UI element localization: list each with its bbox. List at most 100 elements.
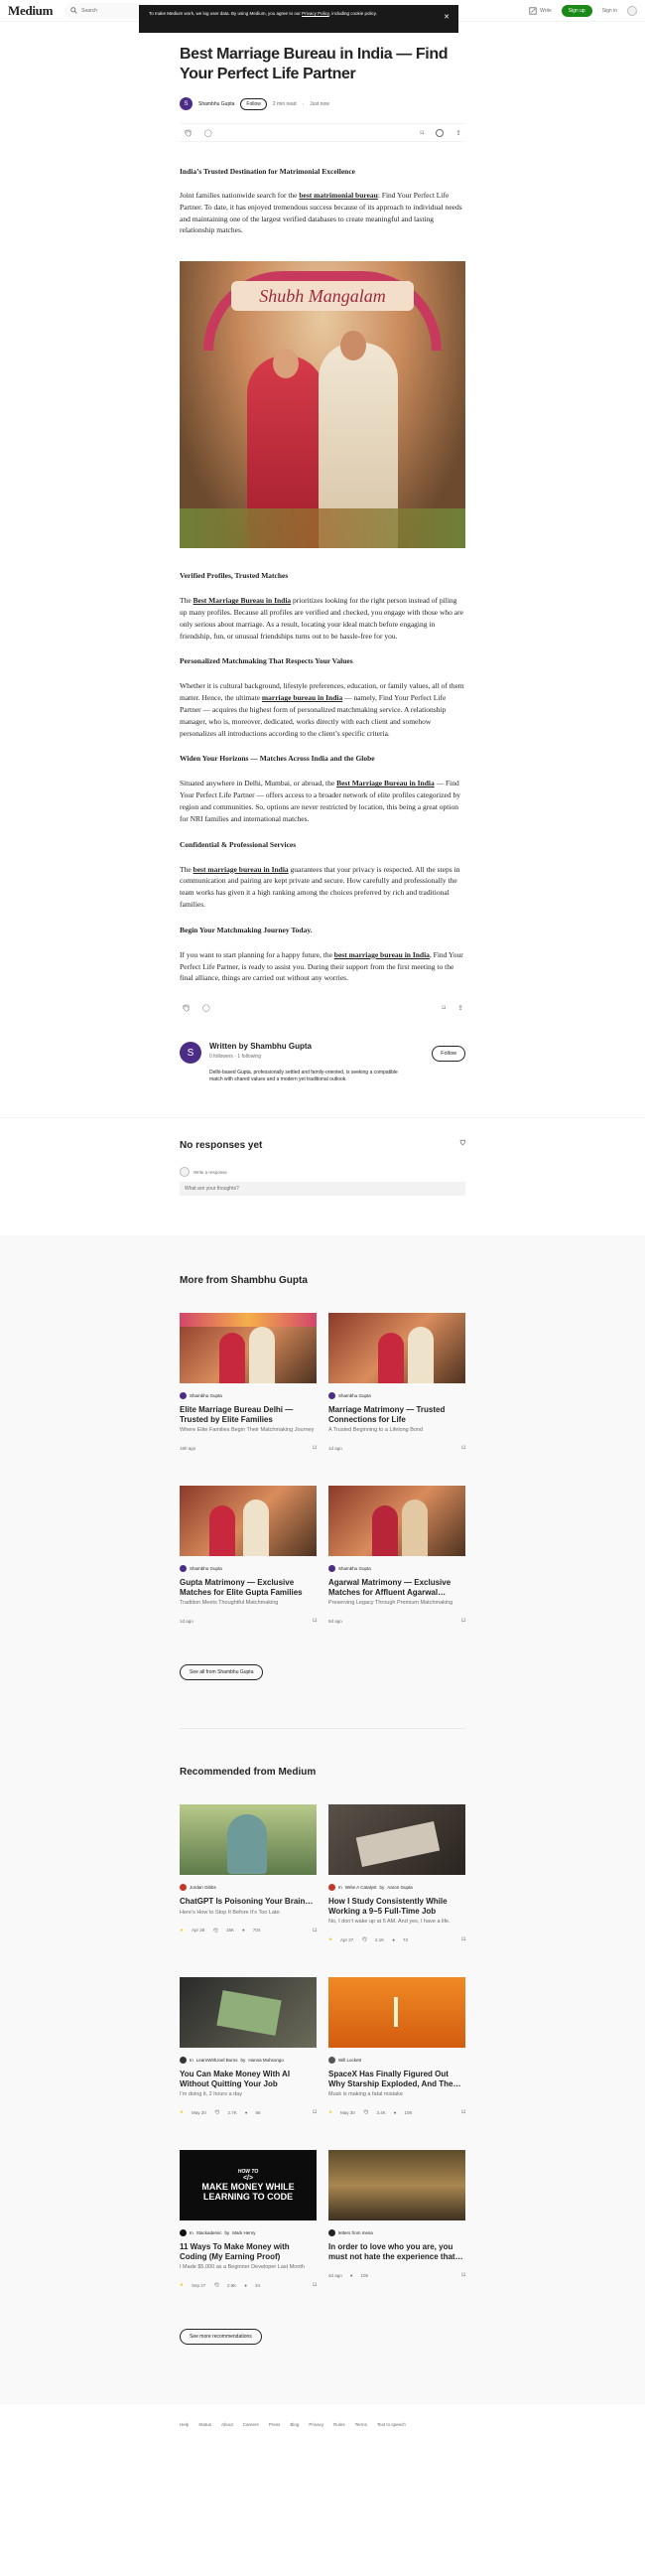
- story-card[interactable]: Shambhu Gupta Elite Marriage Bureau Delh…: [180, 1313, 317, 1452]
- story-card[interactable]: Will Lockett SpaceX Has Finally Figured …: [328, 1977, 465, 2116]
- footer-link-terms[interactable]: Terms: [355, 2422, 367, 2427]
- story-title[interactable]: Gupta Matrimony — Exclusive Matches for …: [180, 1578, 317, 1597]
- story-card[interactable]: Shambhu Gupta Gupta Matrimony — Exclusiv…: [180, 1486, 317, 1625]
- response-input[interactable]: What are your thoughts?: [180, 1182, 465, 1197]
- story-thumbnail[interactable]: HOW TO </> MAKE MONEY WHILE LEARNING TO …: [180, 2150, 317, 2221]
- story-title[interactable]: SpaceX Has Finally Figured Out Why Stars…: [328, 2070, 465, 2088]
- bookmark-icon[interactable]: ⌑: [443, 1004, 447, 1012]
- bookmark-icon[interactable]: ⌑: [313, 2108, 317, 2116]
- author-avatar[interactable]: S: [180, 1042, 201, 1065]
- story-title[interactable]: ChatGPT Is Poisoning Your Brain…: [180, 1897, 317, 1907]
- author-name[interactable]: Hanna Muhsongo: [248, 2058, 284, 2063]
- footer-link-blog[interactable]: Blog: [290, 2422, 299, 2427]
- story-thumbnail[interactable]: [328, 2150, 465, 2221]
- share-icon[interactable]: ⇪: [455, 129, 461, 137]
- publication-name[interactable]: LearnWithJoel Burns: [196, 2058, 238, 2063]
- user-avatar-icon[interactable]: [627, 5, 637, 16]
- story-title[interactable]: 11 Ways To Make Money with Coding (My Ea…: [180, 2242, 317, 2261]
- footer-link-careers[interactable]: Careers: [243, 2422, 259, 2427]
- follow-button[interactable]: Follow: [432, 1046, 465, 1063]
- story-thumbnail[interactable]: [328, 1977, 465, 2049]
- story-card[interactable]: In Write A Catalyst by Aaron Gupta How I St…: [328, 1804, 465, 1943]
- footer-link-rules[interactable]: Rules: [333, 2422, 345, 2427]
- bookmark-icon[interactable]: ⌑: [461, 2108, 465, 2116]
- footer-link-help[interactable]: Help: [180, 2422, 189, 2427]
- publication-name[interactable]: Stackademic: [196, 2230, 222, 2235]
- story-card[interactable]: Shambhu Gupta Agarwal Matrimony — Exclus…: [328, 1486, 465, 1625]
- author-avatar[interactable]: S: [180, 97, 193, 110]
- clap-icon[interactable]: 👏︎: [184, 129, 193, 137]
- author-name[interactable]: Mark Henry: [232, 2230, 255, 2235]
- story-title[interactable]: Marriage Matrimony — Trusted Connections…: [328, 1405, 465, 1424]
- story-card[interactable]: In LearnWithJoel Burns by Hanna Muhsongo Yo…: [180, 1977, 317, 2116]
- medium-logo[interactable]: Medium: [8, 3, 53, 19]
- comment-icon[interactable]: ◯: [202, 1004, 210, 1012]
- inline-link[interactable]: best matrimonial bureau: [299, 191, 377, 200]
- followers-count[interactable]: 0 followers: [209, 1054, 233, 1060]
- story-thumbnail[interactable]: [180, 1313, 317, 1384]
- footer-link-press[interactable]: Press: [269, 2422, 281, 2427]
- story-thumbnail[interactable]: [328, 1804, 465, 1876]
- story-card[interactable]: Jordan Gibbs ChatGPT Is Poisoning Your B…: [180, 1804, 317, 1943]
- inline-link[interactable]: best marriage bureau in India: [194, 865, 289, 874]
- bookmark-icon[interactable]: ⌑: [313, 1444, 317, 1452]
- author-heading[interactable]: Written by Shambhu Gupta: [209, 1042, 424, 1051]
- see-all-button[interactable]: See all from Shambhu Gupta: [180, 1664, 264, 1681]
- story-thumbnail[interactable]: [328, 1486, 465, 1557]
- privacy-policy-link[interactable]: Privacy Policy: [302, 11, 329, 16]
- story-thumbnail[interactable]: [180, 1804, 317, 1876]
- footer-link-privacy[interactable]: Privacy: [309, 2422, 323, 2427]
- footer-link-about[interactable]: About: [221, 2422, 233, 2427]
- story-card[interactable]: letters from mesa In order to love who y…: [328, 2150, 465, 2289]
- story-title[interactable]: In order to love who you are, you must n…: [328, 2242, 465, 2261]
- share-icon[interactable]: ⇪: [457, 1004, 463, 1012]
- bookmark-icon[interactable]: ⌑: [313, 1927, 317, 1934]
- author-name[interactable]: Aaron Gupta: [387, 1885, 413, 1890]
- bookmark-icon[interactable]: ⌑: [313, 2281, 317, 2289]
- author-name[interactable]: Shambhu Gupta: [338, 1393, 371, 1398]
- bookmark-icon[interactable]: ⌑: [421, 129, 425, 137]
- inline-link[interactable]: Best Marriage Bureau in India: [336, 779, 435, 787]
- author-name[interactable]: Shambhu Gupta: [198, 101, 234, 107]
- write-button[interactable]: Write: [529, 6, 552, 15]
- author-avatar: [328, 1565, 335, 1573]
- footer-link-text-to-speech[interactable]: Text to speech: [377, 2422, 406, 2427]
- inline-link[interactable]: Best Marriage Bureau in India: [194, 596, 292, 605]
- shield-icon[interactable]: ⛉: [460, 1140, 465, 1151]
- author-name[interactable]: Will Lockett: [338, 2058, 361, 2063]
- story-card[interactable]: HOW TO </> MAKE MONEY WHILE LEARNING TO …: [180, 2150, 317, 2289]
- clap-icon: 👏︎: [213, 2282, 220, 2288]
- bookmark-icon[interactable]: ⌑: [461, 1617, 465, 1625]
- read-time: 2 min read: [272, 100, 297, 107]
- bookmark-icon[interactable]: ⌑: [313, 1617, 317, 1625]
- story-title[interactable]: Agarwal Matrimony — Exclusive Matches fo…: [328, 1578, 465, 1597]
- story-title[interactable]: Elite Marriage Bureau Delhi — Trusted by…: [180, 1405, 317, 1424]
- author-name[interactable]: letters from mesa: [338, 2230, 373, 2235]
- bookmark-icon[interactable]: ⌑: [461, 1935, 465, 1943]
- bookmark-icon[interactable]: ⌑: [461, 2271, 465, 2279]
- following-count[interactable]: 1 following: [237, 1054, 261, 1060]
- story-thumbnail[interactable]: [180, 1486, 317, 1557]
- author-name[interactable]: Jordan Gibbs: [190, 1885, 216, 1890]
- author-name[interactable]: Shambhu Gupta: [338, 1566, 371, 1571]
- bookmark-icon[interactable]: ⌑: [461, 1444, 465, 1452]
- story-title[interactable]: How I Study Consistently While Working a…: [328, 1897, 465, 1916]
- follow-button[interactable]: Follow: [240, 97, 267, 110]
- clap-icon[interactable]: 👏︎: [182, 1004, 191, 1012]
- author-name[interactable]: Shambhu Gupta: [190, 1393, 222, 1398]
- inline-link[interactable]: best marriage bureau in India: [334, 950, 430, 959]
- listen-icon[interactable]: [436, 128, 445, 137]
- sign-in-link[interactable]: Sign in: [602, 8, 617, 14]
- story-thumbnail[interactable]: [328, 1313, 465, 1384]
- footer-link-status[interactable]: Status: [198, 2422, 211, 2427]
- sign-up-button[interactable]: Sign up: [561, 4, 592, 17]
- inline-link[interactable]: marriage bureau in India: [262, 693, 342, 702]
- story-card[interactable]: Shambhu Gupta Marriage Matrimony — Trust…: [328, 1313, 465, 1452]
- comment-icon[interactable]: ◯: [204, 129, 212, 137]
- story-title[interactable]: You Can Make Money With AI Without Quitt…: [180, 2070, 317, 2088]
- story-thumbnail[interactable]: [180, 1977, 317, 2049]
- publication-name[interactable]: Write A Catalyst: [345, 1885, 377, 1890]
- close-icon[interactable]: ✕: [444, 14, 450, 21]
- author-name[interactable]: Shambhu Gupta: [190, 1566, 222, 1571]
- see-more-recommendations-button[interactable]: See more recommendations: [180, 2329, 262, 2346]
